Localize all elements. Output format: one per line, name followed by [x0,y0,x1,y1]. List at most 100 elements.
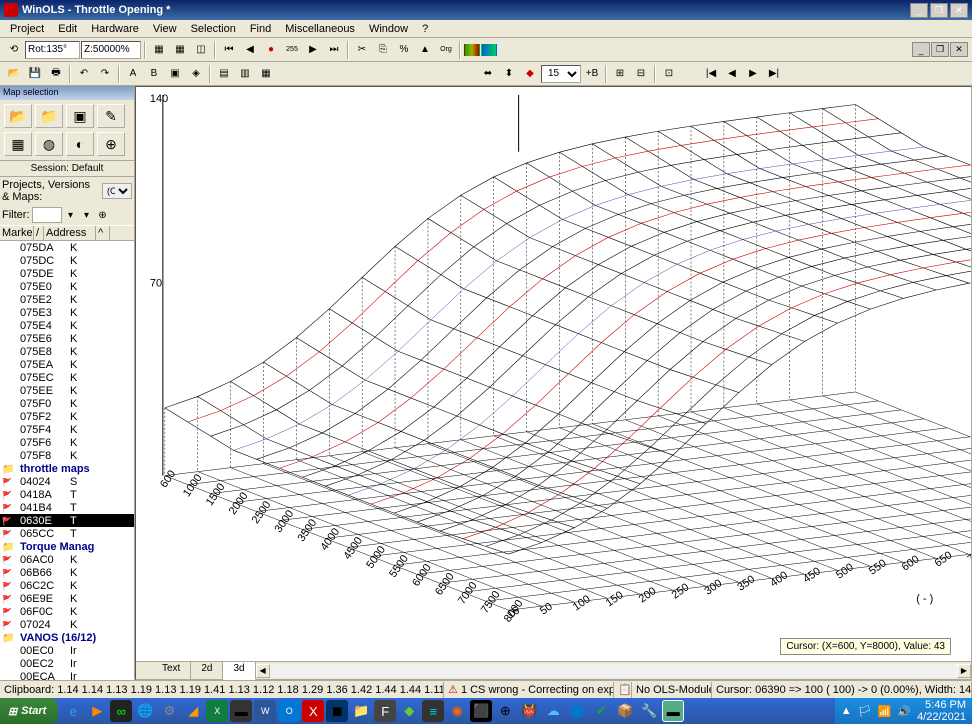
tb-app13-icon[interactable]: ⊕ [494,700,516,722]
maplist-row[interactable]: 🚩065CCT [0,527,134,540]
maplist-row[interactable]: 075F6K [0,436,134,449]
minimize-button[interactable]: _ [910,3,928,18]
tb-app12-icon[interactable]: ⬛ [470,700,492,722]
side-d-button[interactable]: ⊕ [97,132,125,156]
tb-app4-icon[interactable]: ▬ [230,700,252,722]
maplist-row[interactable]: 075E8K [0,345,134,358]
tool-color2-icon[interactable] [481,44,497,56]
tool-grid-icon[interactable]: ▦ [149,40,169,60]
side-open-button[interactable]: 📂 [4,104,32,128]
maplist-row[interactable]: 075E4K [0,319,134,332]
tb-ie-icon[interactable]: e [62,700,84,722]
col-marker[interactable]: Marker [0,226,34,240]
maplist-row[interactable]: 🚩06AC0K [0,553,134,566]
maplist[interactable]: 075DAK075DCK075DEK075E0K075E2K075E3K075E… [0,241,134,680]
maplist-row[interactable]: 00EC2Ir [0,657,134,670]
maplist-row[interactable]: 🚩06C2CK [0,579,134,592]
tb-app10-icon[interactable]: ≡ [422,700,444,722]
maplist-row[interactable]: 075EAK [0,358,134,371]
col-address[interactable]: Address [44,226,96,240]
col-hat[interactable]: ^ [96,226,110,240]
tool-undo-icon[interactable]: ↶ [74,64,94,84]
status-imp-icon[interactable]: 📋 [614,682,632,698]
side-b-button[interactable]: ◍ [35,132,63,156]
maplist-row[interactable]: 075DCK [0,254,134,267]
tool-l-icon[interactable]: ⊞ [610,64,630,84]
maplist-row[interactable]: 🚩07024K [0,618,134,631]
side-open2-button[interactable]: 📁 [35,104,63,128]
maplist-row[interactable]: 🚩06B66K [0,566,134,579]
maplist-row[interactable]: 075EEK [0,384,134,397]
tb-winols-icon[interactable]: ▬ [662,700,684,722]
chart-area[interactable]: 140 70 600100015002000250030003500400045… [135,86,972,680]
filter-btn2[interactable]: ▾ [80,208,94,222]
filter-input[interactable] [32,207,62,223]
tool-d-icon[interactable]: ◈ [186,64,206,84]
maplist-row[interactable]: 🚩06E9EK [0,592,134,605]
tool-e-icon[interactable]: ▤ [214,64,234,84]
tool-i-icon[interactable]: ⬍ [499,64,519,84]
menu-find[interactable]: Find [244,22,277,36]
tab-2d[interactable]: 2d [191,662,223,679]
tb-app9-icon[interactable]: ◆ [398,700,420,722]
maplist-row[interactable]: 00EC0Ir [0,644,134,657]
tool-h-icon[interactable]: ⬌ [478,64,498,84]
tool-first-icon[interactable]: ⏮ [219,40,239,60]
maplist-row[interactable]: 075F4K [0,423,134,436]
start-button[interactable]: ⊞Start [0,698,58,724]
tb-app18-icon[interactable]: 📦 [614,700,636,722]
tool-open-icon[interactable]: 📂 [4,64,24,84]
tool-plast-icon[interactable]: ▶| [764,64,784,84]
maplist-row[interactable]: 🚩0418AT [0,488,134,501]
tb-chrome-icon[interactable]: 🌐 [134,700,156,722]
tb-app3-icon[interactable]: ◢ [182,700,204,722]
tab-3d[interactable]: 3d [223,662,255,680]
maplist-row[interactable]: 075E6K [0,332,134,345]
tb-app2-icon[interactable]: ⚙ [158,700,180,722]
tool-last-icon[interactable]: ⏭ [324,40,344,60]
tool-select-1[interactable]: 15 [541,65,581,83]
maplist-row[interactable]: 075F8K [0,449,134,462]
tool-print-icon[interactable]: 🖶 [46,64,66,84]
tool-c-icon[interactable]: ▣ [165,64,185,84]
maplist-row[interactable]: 075E0K [0,280,134,293]
tool-percent-icon[interactable]: % [394,40,414,60]
tool-pnext-icon[interactable]: ▶ [743,64,763,84]
clock[interactable]: 5:46 PM 4/22/2021 [917,699,966,723]
doc-minimize-button[interactable]: _ [912,42,930,57]
side-view-button[interactable]: ▣ [66,104,94,128]
col-slash[interactable]: / [34,226,44,240]
tb-app1-icon[interactable]: ∞ [110,700,132,722]
doc-restore-button[interactable]: ❐ [931,42,949,57]
tool-g-icon[interactable]: ▦ [256,64,276,84]
horizontal-scrollbar[interactable]: ◀ ▶ [256,662,971,679]
zoom-input[interactable] [81,41,141,59]
tray-vol-icon[interactable]: 🔊 [897,705,911,718]
tool-prev-icon[interactable]: ◀ [240,40,260,60]
doc-close-button[interactable]: ✕ [950,42,968,57]
maplist-row[interactable]: 075E3K [0,306,134,319]
tool-view-icon[interactable]: ◫ [191,40,211,60]
maplist-row[interactable]: 075F2K [0,410,134,423]
tb-excel-icon[interactable]: X [206,700,228,722]
menu-view[interactable]: View [147,22,183,36]
tool-k-icon[interactable]: +B [582,64,602,84]
tool-pprev-icon[interactable]: ◀ [722,64,742,84]
tray-net-icon[interactable]: 📶 [878,705,892,718]
side-edit-button[interactable]: ✎ [97,104,125,128]
tb-app7-icon[interactable]: 📁 [350,700,372,722]
maplist-row[interactable]: 📁VANOS (16/12) [0,631,134,644]
tool-j-icon[interactable]: ◆ [520,64,540,84]
maplist-row[interactable]: 075F0K [0,397,134,410]
surface-3d-chart[interactable]: 140 70 600100015002000250030003500400045… [136,87,971,661]
tool-nav-icon[interactable]: ⟲ [4,40,24,60]
tool-a-icon[interactable]: A [123,64,143,84]
tb-app14-icon[interactable]: 👹 [518,700,540,722]
tool-b-icon[interactable]: B [144,64,164,84]
tb-media-icon[interactable]: ▶ [86,700,108,722]
rotation-input[interactable] [25,41,80,59]
side-c-button[interactable]: ◐ [66,132,94,156]
restore-button[interactable]: ❐ [930,3,948,18]
maplist-row[interactable]: 075ECK [0,371,134,384]
tb-app16-icon[interactable]: ⬤ [566,700,588,722]
